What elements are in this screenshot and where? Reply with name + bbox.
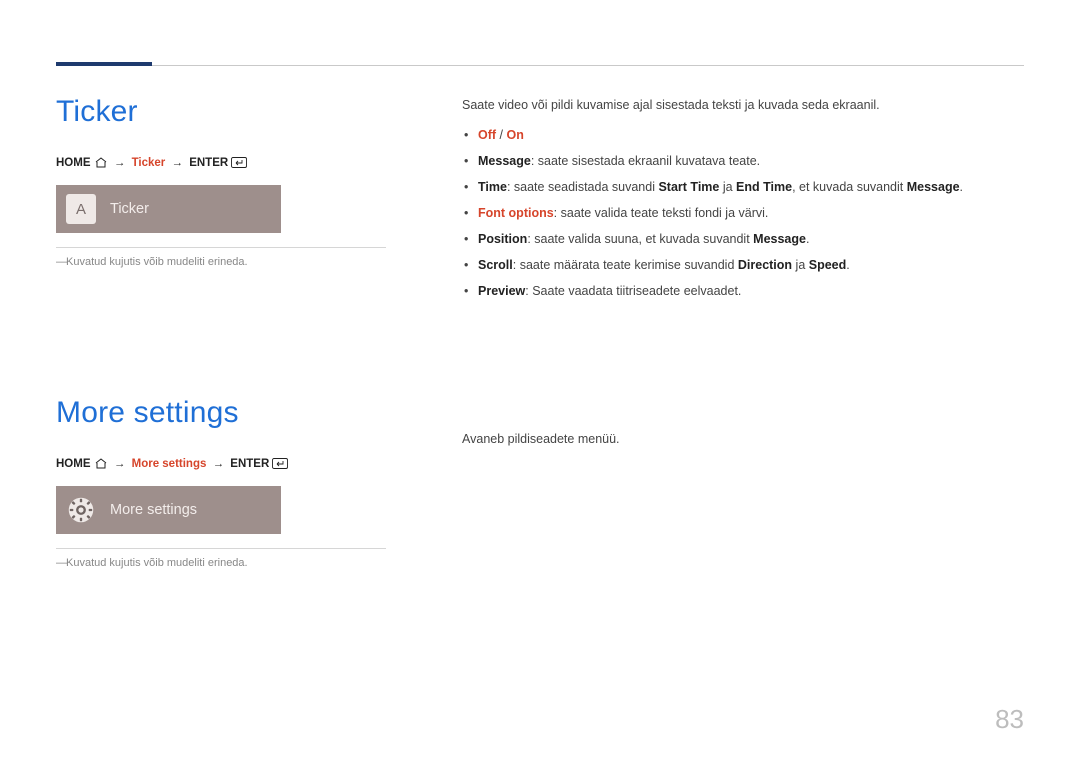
val: .	[960, 180, 963, 194]
divider	[56, 548, 386, 549]
left-column: Ticker HOME → Ticker → ENTER A Ticker ―K…	[56, 95, 386, 569]
home-icon	[94, 157, 108, 168]
val: .	[846, 258, 849, 272]
list-item: Off / On	[462, 125, 1022, 145]
feature-list: Off / On Message: saate sisestada ekraan…	[462, 125, 1022, 301]
on-label: On	[506, 128, 523, 142]
right-column-ticker: Saate video või pildi kuvamise ajal sise…	[462, 95, 1022, 307]
val: : saate valida suuna, et kuvada suvandit	[527, 232, 753, 246]
divider	[56, 247, 386, 248]
list-item: Time: saate seadistada suvandi Start Tim…	[462, 177, 1022, 197]
key-position: Position	[478, 232, 527, 246]
val: : Saate vaadata tiitriseadete eelvaadet.	[525, 284, 741, 298]
key-scroll: Scroll	[478, 258, 513, 272]
arrow-icon: →	[210, 458, 228, 470]
list-item: Preview: Saate vaadata tiitriseadete eel…	[462, 281, 1022, 301]
end-time: End Time	[736, 180, 792, 194]
message-ref: Message	[907, 180, 960, 194]
section-title-ticker: Ticker	[56, 95, 386, 129]
val: : saate määrata teate kerimise suvandid	[513, 258, 738, 272]
footnote-more-settings: ―Kuvatud kujutis võib mudeliti erineda.	[56, 557, 386, 569]
list-item: Scroll: saate määrata teate kerimise suv…	[462, 255, 1022, 275]
breadcrumb-more-settings: HOME → More settings → ENTER	[56, 458, 386, 470]
list-item: Position: saate valida suuna, et kuvada …	[462, 229, 1022, 249]
menu-card-ticker: A Ticker	[56, 185, 281, 233]
menu-card-label: Ticker	[110, 201, 149, 217]
val: : saate valida teate teksti fondi ja vär…	[554, 206, 769, 220]
intro-text: Avaneb pildiseadete menüü.	[462, 432, 1022, 446]
val: , et kuvada suvandit	[792, 180, 907, 194]
page-number: 83	[995, 704, 1024, 735]
footnote-text: Kuvatud kujutis võib mudeliti erineda.	[66, 557, 248, 569]
sep: /	[496, 128, 506, 142]
key-message: Message	[478, 154, 531, 168]
enter-icon	[272, 458, 288, 469]
home-icon	[94, 458, 108, 469]
key-time: Time	[478, 180, 507, 194]
crumb-enter-label: ENTER	[230, 458, 269, 470]
arrow-icon: →	[169, 157, 187, 169]
arrow-icon: →	[111, 157, 129, 169]
start-time: Start Time	[658, 180, 719, 194]
list-item: Message: saate sisestada ekraanil kuvata…	[462, 151, 1022, 171]
header-divider	[56, 65, 1024, 66]
section-more-settings: More settings HOME → More settings → ENT…	[56, 396, 386, 569]
gear-icon	[66, 495, 96, 525]
crumb-home-label: HOME	[56, 458, 91, 470]
key-font-options: Font options	[478, 206, 554, 220]
crumb-mid-label: Ticker	[132, 157, 166, 169]
ticker-card-icon: A	[66, 194, 96, 224]
direction-ref: Direction	[738, 258, 792, 272]
crumb-home-label: HOME	[56, 157, 91, 169]
menu-card-label: More settings	[110, 502, 197, 518]
val: .	[806, 232, 809, 246]
val: ja	[719, 180, 736, 194]
message-ref: Message	[753, 232, 806, 246]
val: : saate seadistada suvandi	[507, 180, 659, 194]
crumb-mid-label: More settings	[132, 458, 207, 470]
section-title-more-settings: More settings	[56, 396, 386, 430]
header-accent	[56, 62, 152, 66]
ticker-card-icon-letter: A	[76, 201, 86, 218]
intro-text: Saate video või pildi kuvamise ajal sise…	[462, 95, 1022, 115]
right-column-more-settings: Avaneb pildiseadete menüü.	[462, 432, 1022, 446]
arrow-icon: →	[111, 458, 129, 470]
crumb-enter-label: ENTER	[189, 157, 228, 169]
breadcrumb-ticker: HOME → Ticker → ENTER	[56, 157, 386, 169]
menu-card-more-settings: More settings	[56, 486, 281, 534]
footnote-text: Kuvatud kujutis võib mudeliti erineda.	[66, 256, 248, 268]
list-item: Font options: saate valida teate teksti …	[462, 203, 1022, 223]
speed-ref: Speed	[809, 258, 847, 272]
key-preview: Preview	[478, 284, 525, 298]
enter-icon	[231, 157, 247, 168]
page: Ticker HOME → Ticker → ENTER A Ticker ―K…	[0, 0, 1080, 763]
val: : saate sisestada ekraanil kuvatava teat…	[531, 154, 760, 168]
footnote-ticker: ―Kuvatud kujutis võib mudeliti erineda.	[56, 256, 386, 268]
val: ja	[792, 258, 809, 272]
off-label: Off	[478, 128, 496, 142]
